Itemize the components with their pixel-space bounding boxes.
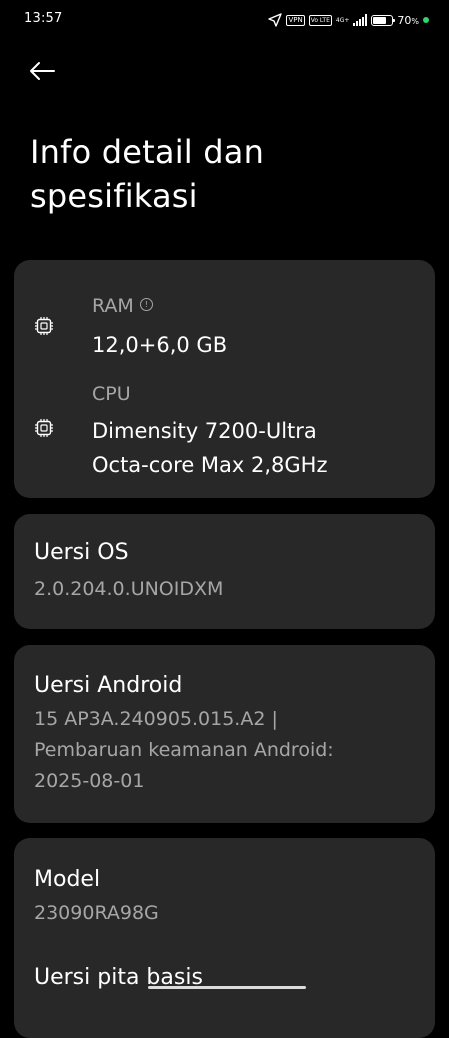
network-type-label: 4G+ (335, 16, 350, 24)
security-update-label: Pembaruan keamanan Android: (34, 739, 334, 761)
ram-row[interactable]: RAM! 12,0+6,0 GB (34, 292, 415, 372)
status-time: 13:57 (24, 11, 63, 26)
home-indicator[interactable] (148, 986, 306, 989)
page-title-line-2: spesifikasi (30, 177, 198, 215)
location-arrow-icon (268, 13, 283, 27)
cpu-label: CPU (92, 383, 131, 405)
volte-badge: Vo LTE (308, 14, 332, 26)
android-version-title: Uersi Android (34, 673, 183, 698)
os-version-value: 2.0.204.0.UNOIDXM (34, 578, 224, 600)
arrow-left-icon (30, 62, 55, 80)
memory-chip-icon (35, 317, 53, 335)
battery-tip (393, 18, 396, 22)
ram-value: 12,0+6,0 GB (92, 333, 228, 357)
status-bar: 13:57 VPN Vo LTE 4G+ 70% (0, 0, 449, 40)
page-title-line-1: Info detail dan (30, 133, 265, 171)
cpu-value-line-1: Dimensity 7200-Ultra (92, 419, 317, 443)
model-title: Model (34, 867, 101, 892)
battery-fill (373, 16, 387, 24)
signal-strength-icon (353, 14, 368, 26)
charging-indicator-icon (423, 17, 429, 23)
security-update-date: 2025-08-01 (34, 770, 145, 792)
status-icons: VPN Vo LTE 4G+ 70% (268, 10, 429, 30)
hardware-specs-card: RAM! 12,0+6,0 GB CPU Dimensity 7200-Ultr… (14, 260, 435, 498)
ram-label: RAM! (92, 294, 153, 318)
model-card[interactable]: Model 23090RA98G Uersi pita basis (14, 838, 435, 1038)
back-button[interactable] (28, 56, 60, 86)
model-value: 23090RA98G (34, 902, 159, 924)
android-version-card[interactable]: Uersi Android 15 AP3A.240905.015.A2 | Pe… (14, 645, 435, 823)
os-version-card[interactable]: Uersi OS 2.0.204.0.UNOIDXM (14, 514, 435, 629)
android-version-details: 15 AP3A.240905.015.A2 | Pembaruan keaman… (34, 704, 414, 797)
vpn-badge: VPN (286, 14, 305, 26)
android-build-number: 15 AP3A.240905.015.A2 | (34, 708, 278, 730)
battery-percent: 70% (397, 13, 419, 27)
os-version-title: Uersi OS (34, 540, 129, 565)
info-icon[interactable]: ! (139, 298, 153, 311)
cpu-value: Dimensity 7200-Ultra Octa-core Max 2,8GH… (92, 414, 432, 482)
cpu-row[interactable]: CPU Dimensity 7200-Ultra Octa-core Max 2… (34, 378, 415, 484)
battery-icon (371, 14, 396, 26)
cpu-chip-icon (35, 419, 53, 437)
page-title: Info detail dan spesifikasi (30, 130, 420, 218)
cpu-value-line-2: Octa-core Max 2,8GHz (92, 453, 328, 477)
